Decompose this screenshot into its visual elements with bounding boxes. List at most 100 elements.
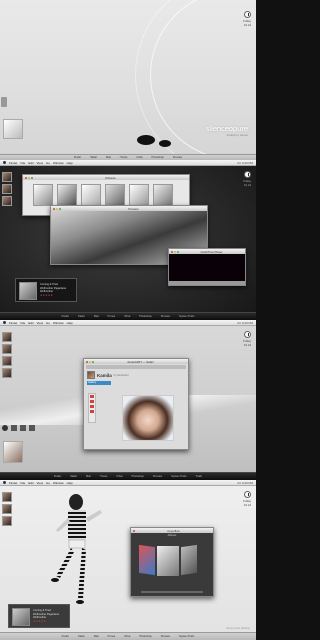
desktop-photo-icon[interactable] bbox=[2, 356, 12, 366]
dock-item[interactable]: Safari bbox=[76, 634, 87, 639]
dock-item[interactable]: System Prefs bbox=[169, 474, 188, 479]
menu-item[interactable]: File bbox=[21, 161, 26, 165]
album-cover[interactable] bbox=[157, 546, 179, 576]
desktop-photo-icon[interactable] bbox=[2, 516, 12, 526]
coverflow-scrollbar[interactable] bbox=[141, 591, 203, 593]
menu-item[interactable]: Window bbox=[53, 321, 64, 325]
dock-item[interactable]: Preview bbox=[159, 634, 172, 639]
close-icon[interactable] bbox=[86, 360, 88, 363]
menu-item[interactable]: Finder bbox=[9, 161, 18, 165]
dock-item[interactable]: iChat bbox=[114, 474, 124, 479]
apple-icon[interactable] bbox=[3, 321, 6, 324]
file-thumbnail[interactable] bbox=[129, 184, 149, 206]
dock-item[interactable]: System Prefs bbox=[177, 314, 196, 319]
dock-item[interactable]: Safari bbox=[68, 474, 79, 479]
folder-icon[interactable] bbox=[11, 425, 17, 431]
zoom-icon[interactable] bbox=[92, 360, 94, 363]
file-thumbnail[interactable] bbox=[33, 184, 53, 206]
desktop-photo-icon[interactable] bbox=[2, 492, 12, 502]
menu-item[interactable]: Edit bbox=[28, 161, 33, 165]
desktop-photo-icon[interactable] bbox=[2, 196, 12, 206]
tool-icon[interactable] bbox=[90, 405, 94, 408]
clock-widget[interactable]: Friday 10.24 bbox=[243, 331, 251, 347]
dock-item[interactable]: Photoshop bbox=[137, 634, 153, 639]
menu-item[interactable]: Edit bbox=[28, 321, 33, 325]
menu-item[interactable]: Go bbox=[46, 161, 50, 165]
window-titlebar[interactable]: QuickTime Player bbox=[169, 249, 245, 254]
menu-item[interactable]: Finder bbox=[9, 321, 18, 325]
clock-widget[interactable]: Friday 10.24 bbox=[243, 11, 251, 27]
clock-widget[interactable]: Friday 10.24 bbox=[243, 491, 251, 507]
dock-item[interactable]: iTunes bbox=[106, 314, 118, 319]
minimize-icon[interactable] bbox=[174, 250, 176, 253]
close-icon[interactable] bbox=[133, 529, 135, 532]
tool-icon[interactable] bbox=[90, 400, 94, 403]
menu-item[interactable]: File bbox=[21, 481, 26, 485]
close-icon[interactable] bbox=[171, 250, 173, 253]
desktop-photo-icon[interactable] bbox=[3, 441, 23, 463]
file-thumbnail[interactable] bbox=[81, 184, 101, 206]
window-titlebar[interactable]: Pictures bbox=[23, 175, 189, 180]
gallery-photo[interactable] bbox=[122, 395, 174, 441]
menu-item[interactable]: Finder bbox=[9, 481, 18, 485]
menu-item[interactable]: Window bbox=[53, 161, 64, 165]
playback-controls[interactable] bbox=[169, 281, 245, 285]
dock-item[interactable]: Mail bbox=[84, 474, 93, 479]
window-titlebar[interactable]: Coverflow bbox=[131, 528, 213, 533]
image-icon[interactable] bbox=[29, 425, 35, 431]
dock-item[interactable]: Mail bbox=[92, 634, 101, 639]
menu-item[interactable]: Help bbox=[67, 321, 73, 325]
apple-icon[interactable] bbox=[3, 161, 6, 164]
dock-item[interactable]: iTunes bbox=[98, 474, 110, 479]
album-cover[interactable] bbox=[139, 544, 155, 576]
apple-icon[interactable] bbox=[3, 481, 6, 484]
dock-item[interactable]: Mail bbox=[92, 314, 101, 319]
dock-item[interactable]: iTunes bbox=[106, 634, 118, 639]
window-titlebar[interactable]: deviantART — Safari bbox=[84, 359, 188, 364]
zoom-icon[interactable] bbox=[31, 176, 33, 179]
document-icon[interactable] bbox=[20, 425, 26, 431]
desktop-photo-icon[interactable] bbox=[2, 344, 12, 354]
file-thumbnail[interactable] bbox=[57, 184, 77, 206]
desktop-photo-icon[interactable] bbox=[2, 368, 12, 378]
rating-stars[interactable]: ★★★★★ bbox=[40, 294, 66, 298]
desktop-photo-icon[interactable] bbox=[2, 172, 12, 182]
menu-item[interactable]: View bbox=[37, 161, 43, 165]
minimize-icon[interactable] bbox=[56, 207, 58, 210]
dock-item[interactable]: Finder bbox=[60, 634, 71, 639]
dock-item[interactable]: Preview bbox=[151, 474, 164, 479]
menu-item[interactable]: View bbox=[37, 481, 43, 485]
dock-item[interactable]: Photoshop bbox=[137, 314, 153, 319]
menu-item[interactable]: Help bbox=[67, 161, 73, 165]
dock-item[interactable]: System Prefs bbox=[177, 634, 196, 639]
close-icon[interactable] bbox=[53, 207, 55, 210]
menu-item[interactable]: Help bbox=[67, 481, 73, 485]
file-thumbnail[interactable] bbox=[105, 184, 125, 206]
back-icon[interactable] bbox=[2, 425, 8, 431]
dock-item[interactable]: iChat bbox=[122, 314, 132, 319]
tab-gallery[interactable]: Gallery bbox=[87, 381, 111, 385]
close-icon[interactable] bbox=[25, 176, 27, 179]
coverflow-widget[interactable]: Coverflow Albums bbox=[130, 527, 214, 597]
menu-item[interactable]: Go bbox=[46, 481, 50, 485]
file-thumbnail[interactable] bbox=[153, 184, 173, 206]
dock-item[interactable]: Safari bbox=[76, 314, 87, 319]
address-bar[interactable] bbox=[86, 365, 186, 369]
menu-item[interactable]: Edit bbox=[28, 481, 33, 485]
clock-widget[interactable]: Friday 10.24 bbox=[243, 171, 251, 187]
desktop-photo-icon[interactable] bbox=[2, 184, 12, 194]
browser-window[interactable]: deviantART — Safari Kamila by deviantart… bbox=[83, 358, 189, 450]
tool-icon[interactable] bbox=[90, 410, 94, 413]
dock-item[interactable]: Finder bbox=[60, 314, 71, 319]
quicktime-window[interactable]: QuickTime Player bbox=[168, 248, 246, 286]
menu-item[interactable]: File bbox=[21, 321, 26, 325]
menu-item[interactable]: View bbox=[37, 321, 43, 325]
now-playing-widget[interactable]: Coming & Tired Wolfmother Paganless Wolf… bbox=[15, 278, 77, 302]
menubar-clock[interactable]: Fri 4:20 PM bbox=[237, 161, 253, 165]
zoom-icon[interactable] bbox=[59, 207, 61, 210]
rating-stars[interactable]: ★★★★★ bbox=[33, 620, 59, 624]
dock-item[interactable]: Photoshop bbox=[130, 474, 146, 479]
avatar[interactable] bbox=[87, 371, 95, 379]
album-cover[interactable] bbox=[181, 544, 197, 576]
tool-icon[interactable] bbox=[90, 395, 94, 398]
